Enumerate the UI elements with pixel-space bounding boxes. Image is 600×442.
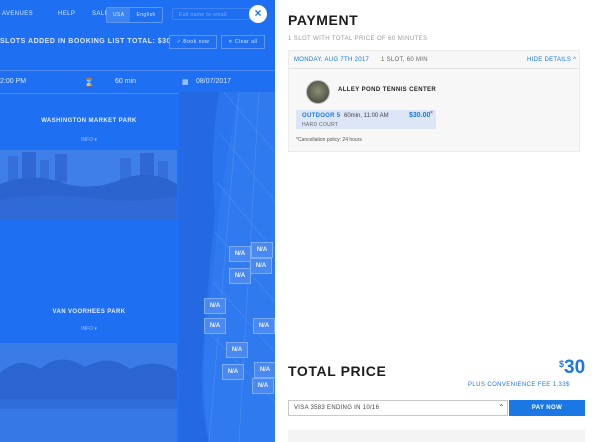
map-pin[interactable]: N/A <box>204 298 226 314</box>
map-pin[interactable]: N/A <box>204 318 226 334</box>
booking-date: MONDAY, AUG 7TH 2017 <box>294 57 370 63</box>
payment-subtitle: 1 SLOT WITH TOTAL PRICE OF 60 MINUTES <box>288 36 428 42</box>
cancellation-policy: *Cancellation policy: 24 hours <box>296 137 362 143</box>
duration-filter[interactable]: 60 min <box>115 78 136 85</box>
nav-help[interactable]: HELP <box>58 11 75 17</box>
booking-venue-name: ALLEY POND TENNIS CENTER <box>338 87 437 93</box>
venue-name[interactable]: VAN VOORHEES PARK <box>0 309 178 315</box>
map-pin[interactable]: N/A <box>229 246 251 262</box>
map-pin[interactable]: N/A <box>251 242 273 258</box>
map-pin[interactable]: N/A <box>252 378 274 394</box>
slot-price: $30.00 <box>409 112 431 119</box>
hide-details-toggle[interactable]: HIDE DETAILS ^ <box>527 57 576 63</box>
remove-slot-icon[interactable]: × <box>430 110 433 116</box>
payment-card-select[interactable]: VISA 3583 ENDING IN 10/16 ⌃ <box>288 400 508 416</box>
hourglass-icon: ⌛ <box>84 78 94 87</box>
payment-title: PAYMENT <box>288 12 359 28</box>
map-pin[interactable]: N/A <box>226 342 248 358</box>
booking-slots-summary: 1 SLOT, 60 MIN <box>381 57 428 63</box>
chevron-up-icon: ⌃ <box>498 403 506 412</box>
clear-all-button[interactable]: ✕ Clear all <box>221 35 265 49</box>
total-price-value: 30 <box>564 357 586 378</box>
venue-photo <box>0 150 177 220</box>
lang-english[interactable]: English <box>130 8 161 22</box>
pay-now-button[interactable]: PAY NOW <box>509 400 585 416</box>
email-input[interactable]: Full name to email <box>172 8 250 20</box>
top-navigation: AVENUES HELP SALES USA English Full name… <box>0 0 275 28</box>
map-pin[interactable]: N/A <box>253 318 275 334</box>
map-pin[interactable]: N/A <box>222 364 244 380</box>
lang-usa[interactable]: USA <box>107 8 131 22</box>
map-pin[interactable]: N/A <box>250 258 272 274</box>
payment-card-value: VISA 3583 ENDING IN 10/16 <box>294 405 380 411</box>
currency-symbol: $ <box>559 359 565 369</box>
slot-time: 60min, 11:00 AM <box>344 113 389 119</box>
booking-card-header: MONDAY, AUG 7TH 2017 1 SLOT, 60 MIN HIDE… <box>289 51 579 69</box>
language-switcher: USA English <box>106 7 163 23</box>
slot-surface: HARD COURT <box>302 122 339 128</box>
booked-slot: OUTDOOR 5 60min, 11:00 AM $30.00 × HARD … <box>296 110 436 129</box>
filter-row: 2:00 PM ⌛ 60 min ▦ 08/07/2017 <box>0 70 275 94</box>
booking-card: MONDAY, AUG 7TH 2017 1 SLOT, 60 MIN HIDE… <box>288 50 580 152</box>
close-icon[interactable]: × <box>249 5 267 23</box>
book-now-button[interactable]: ✓ Book now <box>169 35 217 49</box>
calendar-icon: ▦ <box>182 79 189 86</box>
total-price-amount: $30 <box>559 357 585 379</box>
footer-strip <box>288 430 585 442</box>
venue-avatar <box>306 80 330 104</box>
convenience-fee: PLUS CONVENIENCE FEE 1.33$ <box>468 382 570 388</box>
background-overlay: AVENUES HELP SALES USA English Full name… <box>0 0 275 442</box>
venue-name[interactable]: WASHINGTON MARKET PARK <box>0 118 178 124</box>
date-filter[interactable]: 08/07/2017 <box>196 78 231 85</box>
total-price-label: TOTAL PRICE <box>288 363 387 379</box>
venue-info-toggle[interactable]: INFO ▾ <box>0 326 178 332</box>
time-filter[interactable]: 2:00 PM <box>0 78 26 85</box>
map-pin[interactable]: N/A <box>229 268 251 284</box>
booking-list-bar: SLOTS ADDED IN BOOKING LIST TOTAL: $30 ✓… <box>0 33 275 49</box>
nav-avenues[interactable]: AVENUES <box>2 11 33 17</box>
venue-info-toggle[interactable]: INFO ▾ <box>0 137 178 143</box>
venue-photo <box>0 343 177 442</box>
map-pin[interactable]: N/A <box>254 362 275 378</box>
booking-list-summary: SLOTS ADDED IN BOOKING LIST TOTAL: $30 <box>0 38 171 45</box>
payment-panel: PAYMENT 1 SLOT WITH TOTAL PRICE OF 60 MI… <box>275 0 600 442</box>
slot-court: OUTDOOR 5 <box>302 113 341 119</box>
